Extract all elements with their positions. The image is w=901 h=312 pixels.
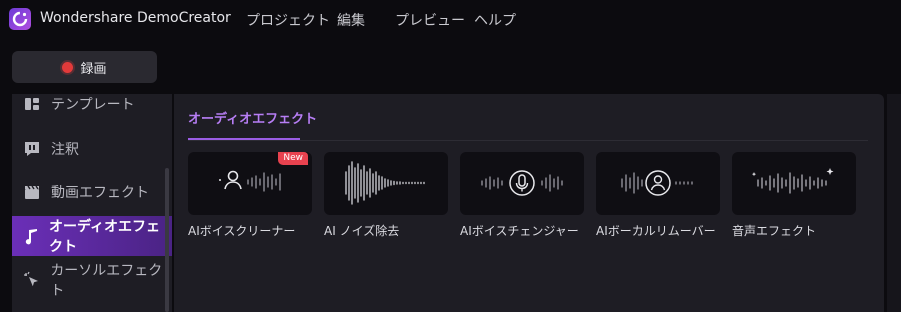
democreator-logo-icon (9, 8, 31, 30)
sidebar-scrollbar[interactable] (165, 168, 169, 312)
denoise-waveform-icon (345, 161, 425, 205)
music-note-icon (22, 226, 40, 246)
menu-project[interactable]: プロジェクト (246, 10, 330, 30)
title-bar: Wondershare DemoCreator プロジェクト 編集 プレビュー … (0, 0, 901, 40)
right-panel-edge (887, 94, 901, 312)
effect-card-label: 音声エフェクト (732, 224, 817, 238)
menu-help[interactable]: ヘルプ (474, 10, 516, 30)
sidebar-item-video-effect[interactable]: 動画エフェクト (12, 172, 172, 212)
app-title: Wondershare DemoCreator (40, 10, 231, 26)
sidebar-item-template[interactable]: テンプレート (12, 94, 172, 124)
sidebar-item-label: 動画エフェクト (51, 185, 149, 201)
sidebar-item-label: オーディオエフェクト (49, 219, 161, 255)
new-badge: New (278, 152, 308, 165)
effect-card-denoise[interactable] (324, 152, 448, 215)
annotation-icon (22, 139, 42, 159)
vocal-remover-icon (621, 170, 693, 196)
record-button-label: 録画 (80, 61, 107, 77)
sidebar-item-annotation[interactable]: 注釈 (12, 129, 172, 169)
sidebar: テンプレート 注釈 動画エフェクト オーディオエフェクト カーソルエフェクト (12, 94, 172, 312)
tab-divider (188, 140, 868, 141)
clapperboard-icon (22, 182, 42, 202)
record-dot-icon (62, 61, 74, 73)
template-icon (22, 94, 42, 114)
effects-panel: オーディオエフェクト New AIボイスクリーナー AI ノイズ除去 AIボイス… (174, 94, 884, 312)
sidebar-item-cursor-effect[interactable]: カーソルエフェクト (12, 260, 172, 300)
record-button[interactable]: 録画 (12, 51, 157, 83)
effect-card-sound-effect[interactable] (732, 152, 856, 215)
effect-card-label: AIボイスクリーナー (188, 224, 296, 238)
menu-preview[interactable]: プレビュー (395, 10, 465, 30)
voice-changer-icon (481, 170, 563, 196)
effect-card-label: AI ノイズ除去 (324, 224, 400, 238)
cursor-click-icon (22, 270, 41, 290)
effect-card-vocal-remover[interactable] (596, 152, 720, 215)
sidebar-item-audio-effect[interactable]: オーディオエフェクト (12, 216, 172, 256)
sidebar-item-label: カーソルエフェクト (50, 263, 163, 299)
sound-effect-icon (751, 168, 834, 194)
effect-card-label: AIボイスチェンジャー (460, 224, 579, 238)
menu-edit[interactable]: 編集 (337, 10, 365, 30)
sidebar-item-label: テンプレート (51, 97, 135, 113)
effect-card-voice-changer[interactable] (460, 152, 584, 215)
sidebar-item-label: 注釈 (51, 142, 79, 158)
effect-card-label: AIボーカルリムーバー (596, 224, 716, 238)
tab-audio-effect[interactable]: オーディオエフェクト (188, 108, 317, 127)
effect-card-voice-cleaner[interactable]: New (188, 152, 312, 215)
